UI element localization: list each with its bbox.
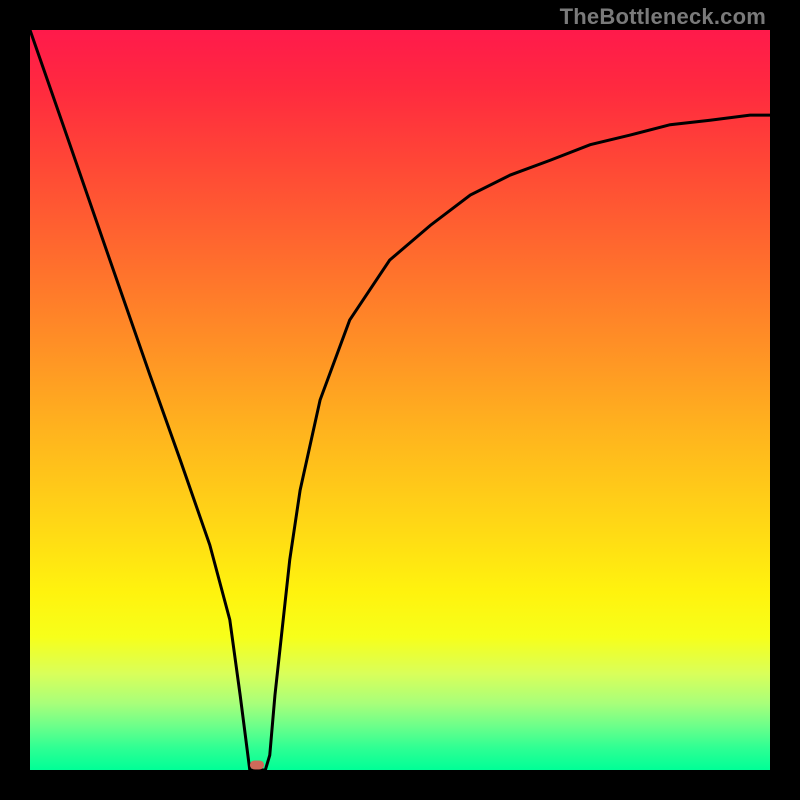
plot-area (30, 30, 770, 770)
optimum-marker (250, 760, 264, 769)
chart-frame: TheBottleneck.com (0, 0, 800, 800)
watermark-text: TheBottleneck.com (560, 4, 766, 30)
bottleneck-curve (30, 30, 770, 770)
curve-svg (30, 30, 770, 770)
